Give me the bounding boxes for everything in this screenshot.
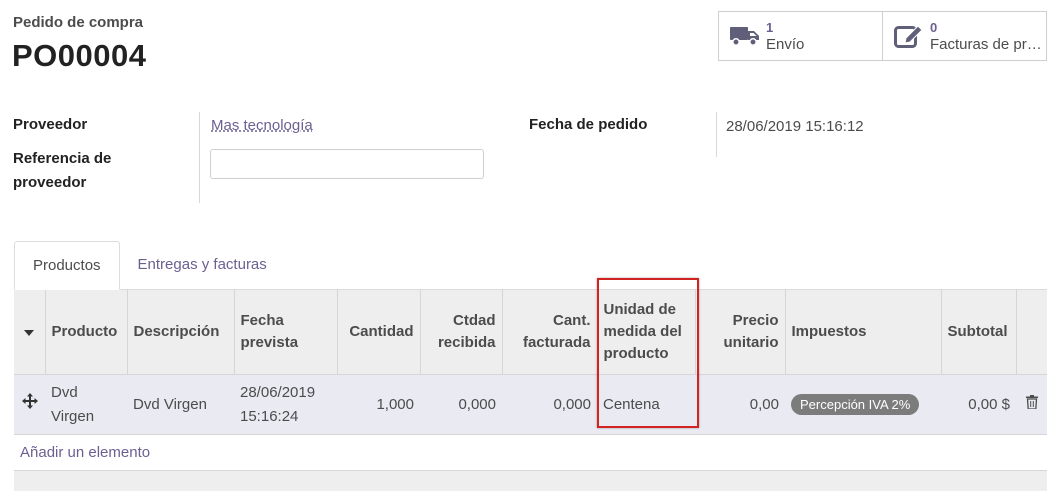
header-trash-column: [1016, 289, 1047, 375]
header-date-planned-line2: prevista: [240, 334, 299, 351]
cell-taxes[interactable]: Percepción IVA 2%: [785, 374, 941, 435]
header-date-planned-line1: Fecha: [240, 312, 284, 329]
table-row[interactable]: Dvd Virgen Dvd Virgen 28/06/2019 15:16:24 …: [14, 374, 1047, 435]
cell-date-planned[interactable]: 28/06/2019 15:16:24: [234, 374, 337, 435]
shipments-button[interactable]: 1 Envío: [719, 12, 882, 60]
tab-deliveries-invoices[interactable]: Entregas y facturas: [120, 241, 285, 290]
grid-footer: [14, 471, 1047, 491]
header-uom-line1: Unidad de: [603, 301, 677, 318]
header-price-line1: Precio: [732, 312, 779, 329]
cell-product-line2: Virgen: [51, 407, 95, 425]
edit-icon: [893, 20, 925, 52]
date-separator: [716, 112, 717, 157]
header-qty-received[interactable]: Ctdad recibida: [420, 289, 503, 375]
header-qty-invoiced-line1: Cant.: [553, 312, 591, 329]
partner-label: Proveedor: [13, 116, 88, 133]
truck-icon: [729, 20, 761, 52]
caret-down-icon: [24, 330, 35, 336]
sort-handle-header[interactable]: [14, 289, 46, 375]
header-qty-invoiced[interactable]: Cant. facturada: [502, 289, 598, 375]
header-qty-received-line1: Ctdad: [453, 312, 496, 329]
header-uom[interactable]: Unidad de medida del producto: [597, 289, 696, 375]
cell-product-line1: Dvd: [51, 383, 78, 401]
label-separator: [199, 112, 200, 203]
document-name: PO00004: [12, 38, 147, 73]
date-order-label: Fecha de pedido: [529, 116, 648, 133]
add-line-link[interactable]: Añadir un elemento: [20, 444, 150, 461]
partner-link[interactable]: Mas tecnología: [211, 117, 313, 134]
cell-description[interactable]: Dvd Virgen: [127, 374, 234, 435]
document-subtitle: Pedido de compra: [13, 14, 144, 31]
cell-date-line2: 15:16:24: [240, 407, 299, 425]
header-subtotal[interactable]: Subtotal: [941, 289, 1017, 375]
vendor-bills-count: 0: [930, 20, 938, 35]
grid-header-row: Producto Descripción Fecha prevista Canti…: [14, 289, 1047, 375]
partner-ref-label-line2: proveedor: [13, 174, 87, 191]
cell-quantity[interactable]: 1,000: [337, 374, 420, 435]
cell-product[interactable]: Dvd Virgen: [45, 374, 127, 435]
row-handle[interactable]: [14, 374, 45, 435]
partner-ref-input[interactable]: [210, 149, 484, 179]
order-lines-grid: Producto Descripción Fecha prevista Canti…: [14, 289, 1047, 435]
header-qty-received-line2: recibida: [437, 334, 496, 351]
notebook-tabs: Productos Entregas y facturas: [14, 241, 285, 290]
trash-icon[interactable]: [1025, 394, 1038, 413]
header-quantity[interactable]: Cantidad: [337, 289, 421, 375]
partner-ref-label-line1: Referencia de: [13, 150, 112, 167]
vendor-bills-label: Facturas de proveedor: [930, 36, 1042, 53]
tab-products[interactable]: Productos: [14, 241, 120, 290]
vendor-bills-button[interactable]: 0 Facturas de proveedor: [882, 12, 1046, 60]
date-order-value: 28/06/2019 15:16:12: [726, 118, 864, 135]
header-description[interactable]: Descripción: [127, 289, 235, 375]
cell-date-line1: 28/06/2019: [240, 383, 316, 401]
cell-qty-received[interactable]: 0,000: [420, 374, 502, 435]
header-taxes[interactable]: Impuestos: [785, 289, 942, 375]
move-handle-icon[interactable]: [21, 392, 38, 413]
shipments-count: 1: [766, 20, 774, 35]
header-date-planned[interactable]: Fecha prevista: [234, 289, 338, 375]
cell-uom[interactable]: Centena: [597, 374, 695, 435]
header-uom-line3: producto: [603, 345, 669, 362]
header-price-line2: unitario: [723, 334, 779, 351]
header-qty-invoiced-line2: facturada: [522, 334, 591, 351]
header-uom-line2: medida del: [603, 323, 682, 340]
smart-buttons: 1 Envío 0 Facturas de proveedor: [718, 11, 1047, 61]
tax-badge[interactable]: Percepción IVA 2%: [791, 393, 920, 415]
cell-subtotal: 0,00 $: [941, 374, 1016, 435]
shipments-label: Envío: [766, 36, 805, 53]
header-price-unit[interactable]: Precio unitario: [695, 289, 786, 375]
cell-price-unit[interactable]: 0,00: [695, 374, 785, 435]
header-product[interactable]: Producto: [45, 289, 128, 375]
cell-delete[interactable]: [1016, 374, 1047, 435]
cell-qty-invoiced[interactable]: 0,000: [502, 374, 597, 435]
